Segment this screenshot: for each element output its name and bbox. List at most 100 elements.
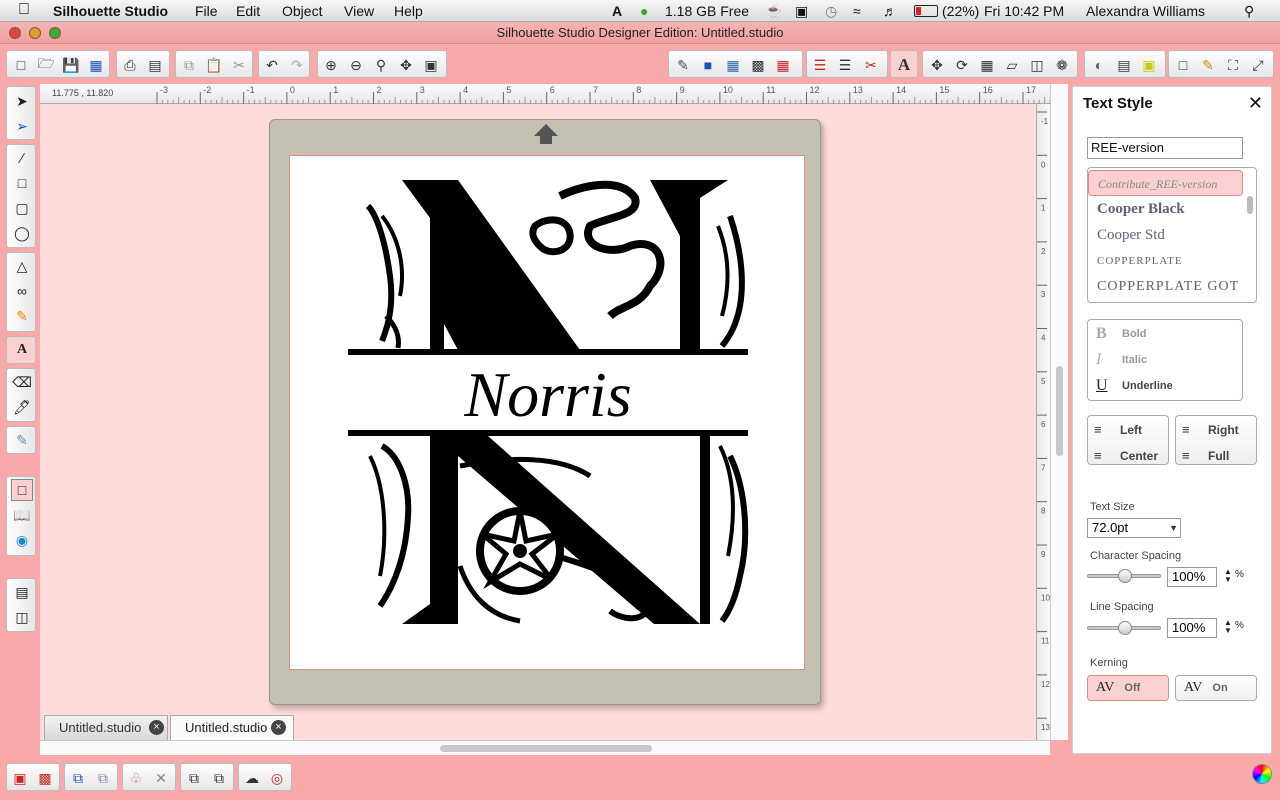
font-item-cooper-std[interactable]: Cooper Std [1088, 222, 1243, 248]
apple-icon[interactable]:  [18, 1, 30, 19]
redo-icon[interactable]: ↷ [286, 54, 308, 76]
single-view-icon[interactable]: ▤ [11, 581, 33, 603]
send-backward-icon[interactable]: ⧉ [208, 767, 230, 789]
font-list[interactable]: Contribute_REE-version Cooper Black Coop… [1087, 167, 1257, 303]
bottom-divider-bar[interactable] [348, 430, 748, 436]
cut-send-icon[interactable]: ▤ [144, 54, 166, 76]
font-item-copperplate-gothic[interactable]: COPPERPLATE GOT [1088, 274, 1243, 300]
design-canvas[interactable]: 11.775 , 11.820 -3 -2 -1 0 1 2 3 4 5 6 7 8 9 10 11 12 13… [40, 84, 1050, 740]
online-store-icon[interactable]: ◉ [11, 529, 33, 551]
horizontal-scrollbar[interactable] [40, 740, 1050, 755]
menu-edit[interactable]: Edit [236, 3, 260, 19]
polygon-tool-icon[interactable]: △ [11, 255, 33, 277]
line-spacing-slider[interactable] [1087, 621, 1161, 635]
menu-file[interactable]: File [195, 3, 218, 19]
monogram-name-text[interactable]: Norris [463, 359, 631, 430]
sketch-icon[interactable]: ✎ [1197, 54, 1219, 76]
tab-untitled-2[interactable]: Untitled.studio × [170, 715, 294, 740]
zoom-select-icon[interactable]: ⚲ [370, 54, 392, 76]
clock[interactable]: Fri 10:42 PM [984, 3, 1064, 19]
cut-settings-icon[interactable]: ◐ [1088, 54, 1110, 76]
bring-forward-icon[interactable]: ⧉ [183, 767, 205, 789]
align-full-button[interactable]: ≡ Full [1182, 448, 1229, 463]
ungroup-icon[interactable]: ▩ [34, 767, 56, 789]
knife-tool-icon[interactable]: 🖊 [11, 396, 33, 418]
library-icon[interactable]: 📖 [11, 504, 33, 526]
memory-status[interactable]: 1.18 GB Free [665, 3, 749, 19]
ellipse-tool-icon[interactable]: ◯ [11, 222, 33, 244]
char-spacing-input[interactable]: 100% [1167, 567, 1217, 587]
tea-icon[interactable]: ☕ [765, 3, 782, 20]
page[interactable]: Norris [289, 155, 805, 670]
monogram-design[interactable]: Norris [290, 156, 806, 671]
wifi-icon[interactable]: ≈ [853, 3, 861, 19]
release-compound-icon[interactable]: ⧉ [92, 767, 114, 789]
app-name-menu[interactable]: Silhouette Studio [53, 3, 168, 19]
rectangle-tool-icon[interactable]: □ [11, 172, 33, 194]
group-icon[interactable]: ▣ [9, 767, 31, 789]
text-tool-icon[interactable]: A [11, 339, 33, 361]
close-tab-icon[interactable]: × [149, 720, 164, 735]
zoom-out-icon[interactable]: ⊖ [345, 54, 367, 76]
bold-button[interactable]: B Bold [1096, 323, 1146, 345]
move-icon[interactable]: ✥ [926, 54, 948, 76]
user-name[interactable]: Alexandra Williams [1086, 3, 1205, 19]
display-icon[interactable]: ▣ [795, 3, 808, 20]
copy-icon[interactable]: ⧉ [178, 54, 200, 76]
save-to-library-icon[interactable]: ▦ [85, 54, 107, 76]
eraser-tool-icon[interactable]: ⌫ [11, 371, 33, 393]
line-tool-icon[interactable]: ∕ [11, 147, 33, 169]
align-right-button[interactable]: ≡ Right [1182, 422, 1239, 437]
underline-button[interactable]: U Underline [1096, 375, 1173, 397]
top-divider-bar[interactable] [348, 349, 748, 355]
open-file-icon[interactable]: 🗁 [35, 54, 57, 76]
kerning-on-button[interactable]: AV On [1175, 675, 1257, 701]
horizontal-scroll-thumb[interactable] [440, 745, 652, 752]
make-compound-icon[interactable]: ⧉ [67, 767, 89, 789]
char-spacing-knob[interactable] [1118, 569, 1132, 583]
curve-tool-icon[interactable]: ∞ [11, 280, 33, 302]
save-icon[interactable]: 💾 [60, 54, 82, 76]
sync-icon[interactable]: ● [640, 3, 648, 19]
spotlight-icon[interactable]: ⚲ [1244, 3, 1254, 20]
color-wheel-icon[interactable] [1252, 764, 1272, 784]
fill-color-icon[interactable]: ■ [697, 54, 719, 76]
pan-icon[interactable]: ✥ [395, 54, 417, 76]
italic-button[interactable]: I Italic [1096, 349, 1147, 371]
line-spacing-knob[interactable] [1118, 621, 1132, 635]
text-style-icon[interactable]: A [893, 54, 915, 76]
expand-icon[interactable]: ⤢ [1247, 54, 1269, 76]
font-item-copperplate[interactable]: COPPERPLATE [1088, 248, 1243, 274]
close-window-icon[interactable] [9, 27, 21, 39]
offset-icon[interactable]: ☁ [241, 767, 263, 789]
menu-help[interactable]: Help [394, 3, 423, 19]
trace-tool-icon[interactable]: ✎ [11, 429, 33, 451]
font-search-input[interactable]: REE-version [1087, 137, 1243, 159]
line-spacing-stepper-icon[interactable]: ▲ ▼ [1224, 619, 1232, 635]
cut-icon[interactable]: ✂ [228, 54, 250, 76]
cut-style-icon[interactable]: ✂ [860, 54, 882, 76]
fit-page-icon[interactable]: ▣ [420, 54, 442, 76]
vertical-scrollbar[interactable] [1050, 84, 1068, 740]
edit-points-icon[interactable]: ➢ [11, 115, 33, 137]
shadow-icon[interactable]: ▦ [772, 54, 794, 76]
kerning-off-button[interactable]: AV Off [1087, 675, 1169, 701]
pattern-icon[interactable]: ▩ [747, 54, 769, 76]
split-view-icon[interactable]: ◫ [11, 606, 33, 628]
monogram-top-half[interactable] [365, 180, 745, 350]
vertical-scroll-thumb[interactable] [1056, 366, 1063, 456]
close-tab-icon[interactable]: × [271, 720, 286, 735]
zoom-in-icon[interactable]: ⊕ [320, 54, 342, 76]
text-size-select[interactable]: 72.0pt ▼ [1087, 518, 1181, 538]
menu-view[interactable]: View [344, 3, 374, 19]
fullscreen-icon[interactable]: ⛶ [1222, 54, 1244, 76]
trace-target-icon[interactable]: ◎ [266, 767, 288, 789]
line-weight-icon[interactable]: ☰ [834, 54, 856, 76]
align-left-button[interactable]: ≡ Left [1094, 422, 1142, 437]
print-icon[interactable]: ⎙ [119, 54, 141, 76]
replicate-icon[interactable]: ❁ [1051, 54, 1073, 76]
paste-icon[interactable]: 📋 [203, 54, 225, 76]
new-file-icon[interactable]: □ [10, 54, 32, 76]
font-list-scroll-thumb[interactable] [1247, 196, 1253, 214]
adobe-icon[interactable]: A [612, 3, 622, 19]
